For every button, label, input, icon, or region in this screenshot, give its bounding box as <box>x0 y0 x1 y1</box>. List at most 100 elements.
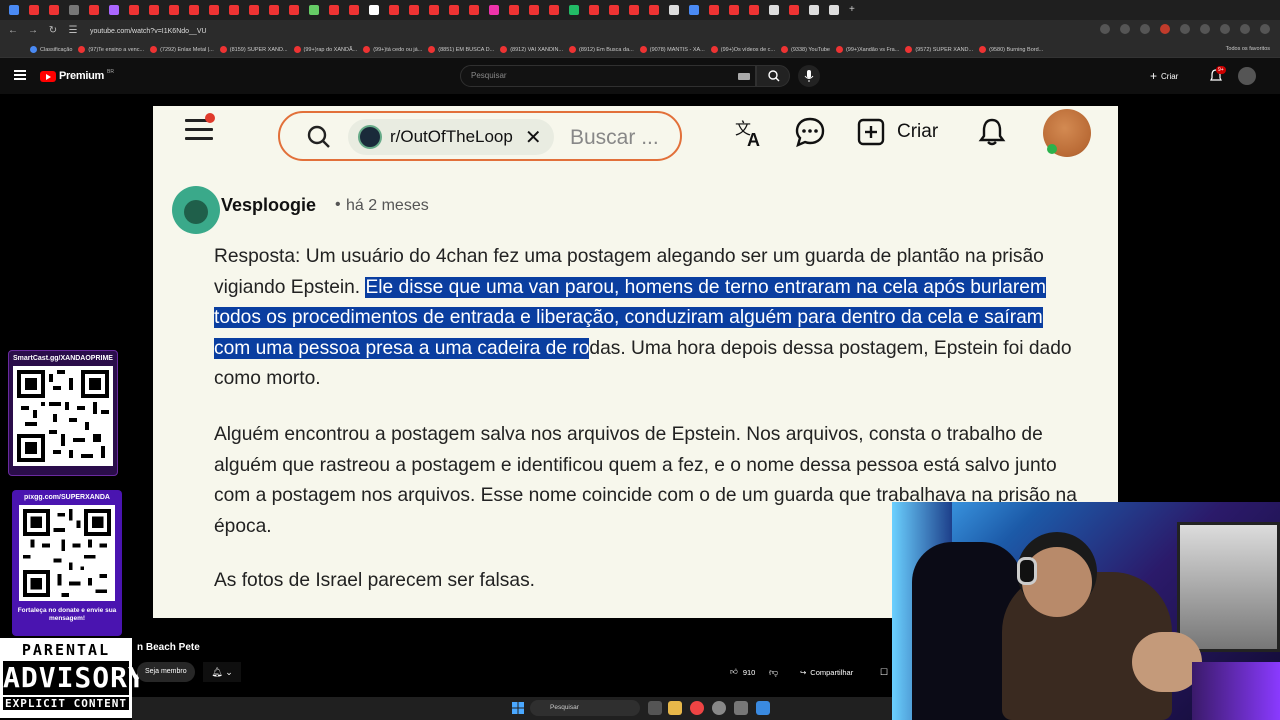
headphone-cup <box>1017 557 1037 585</box>
tab-icon[interactable] <box>669 5 679 15</box>
region-code: BR <box>106 69 114 75</box>
youtube-logo[interactable]: Premium BR <box>40 69 114 82</box>
back-icon[interactable]: ← <box>6 24 20 38</box>
tab-icon[interactable] <box>649 5 659 15</box>
sidepanel-icon[interactable] <box>1200 24 1210 34</box>
bookmark-item[interactable]: (99+)Xandão vs Fra... <box>835 46 899 53</box>
share-icon[interactable] <box>1120 24 1130 34</box>
forward-icon[interactable]: → <box>26 24 40 38</box>
tab-icon[interactable] <box>49 5 59 15</box>
tab-icon[interactable] <box>9 5 19 15</box>
bookmark-item[interactable]: (8159) SUPER XAND... <box>219 46 288 53</box>
settings-icon[interactable] <box>734 701 748 715</box>
task-view-icon[interactable] <box>648 701 662 715</box>
tab-icon[interactable] <box>149 5 159 15</box>
tab-icon[interactable] <box>609 5 619 15</box>
save-button[interactable]: ☐ <box>880 662 892 682</box>
tab-icon[interactable] <box>809 5 819 15</box>
voice-search-button[interactable] <box>798 65 820 87</box>
tab-icon[interactable] <box>349 5 359 15</box>
bookmark-item[interactable]: (8912) Em Busca da... <box>569 46 634 53</box>
bookmark-item[interactable]: Classificação <box>30 46 72 53</box>
tab-icon[interactable] <box>109 5 119 15</box>
subscription-bell-button[interactable]: 🔔︎ ⌄ <box>203 662 241 682</box>
app-icon[interactable] <box>756 701 770 715</box>
bookmark-item[interactable]: (9338) YouTube <box>781 46 830 53</box>
tab-icon[interactable] <box>749 5 759 15</box>
bookmark-item[interactable]: (97)Te ensino a venc... <box>78 46 144 53</box>
menu-icon[interactable] <box>1260 24 1270 34</box>
tab-icon[interactable] <box>829 5 839 15</box>
profile-avatar-icon[interactable] <box>1240 24 1250 34</box>
search-icon[interactable] <box>1100 24 1110 34</box>
tab-icon[interactable] <box>589 5 599 15</box>
tab-icon[interactable] <box>529 5 539 15</box>
tab-icon[interactable] <box>309 5 319 15</box>
tab-icon[interactable] <box>169 5 179 15</box>
tab-icon[interactable] <box>29 5 39 15</box>
tab-icon[interactable] <box>409 5 419 15</box>
download-icon[interactable] <box>1220 24 1230 34</box>
avatar[interactable] <box>1238 67 1256 85</box>
bookmark-item[interactable]: (99+)Os vídeos de c... <box>710 46 775 53</box>
bookmark-item[interactable]: (99+)tá cedo ou já... <box>363 46 422 53</box>
tab-icon[interactable] <box>89 5 99 15</box>
bookmark-item[interactable]: (8912) VAI XANDIN... <box>500 46 563 53</box>
file-explorer-icon[interactable] <box>668 701 682 715</box>
bookmark-item[interactable]: (9572) SUPER XAND... <box>905 46 973 53</box>
tab-icon[interactable] <box>729 5 739 15</box>
search-input[interactable]: Pesquisar <box>460 65 756 87</box>
windows-start-icon[interactable] <box>512 702 524 714</box>
chrome-icon[interactable] <box>690 701 704 715</box>
all-bookmarks-button[interactable]: Todos os favoritos <box>1226 46 1270 52</box>
site-info-icon[interactable]: ☰ <box>66 24 80 38</box>
tab-icon[interactable] <box>329 5 339 15</box>
tab-icon[interactable] <box>429 5 439 15</box>
hamburger-menu-icon[interactable] <box>14 70 26 80</box>
tab-icon[interactable] <box>289 5 299 15</box>
tab-icon[interactable] <box>549 5 559 15</box>
tab-icon[interactable] <box>689 5 699 15</box>
taskbar-search[interactable]: Pesquisar <box>530 700 640 716</box>
tab-icon[interactable] <box>129 5 139 15</box>
keyboard-icon[interactable] <box>738 73 750 80</box>
share-button[interactable]: ↪ Compartilhar <box>800 662 853 682</box>
tab-icon[interactable] <box>469 5 479 15</box>
bookmark-item[interactable]: (7292) Enlax Metal |... <box>150 46 214 53</box>
tab-icon[interactable] <box>709 5 719 15</box>
create-button[interactable]: + Criar <box>1150 68 1178 84</box>
tab-icon[interactable] <box>569 5 579 15</box>
join-button[interactable]: Seja membro <box>137 662 195 682</box>
tab-icon[interactable] <box>269 5 279 15</box>
star-icon[interactable] <box>1140 24 1150 34</box>
tab-icon[interactable] <box>489 5 499 15</box>
url-field[interactable]: youtube.com/watch?v=I1K6Ndo__VU <box>90 28 207 35</box>
tab-icon[interactable] <box>769 5 779 15</box>
extension-icon[interactable] <box>1160 24 1170 34</box>
new-tab-icon[interactable]: + <box>849 5 859 15</box>
search-button[interactable] <box>756 65 790 87</box>
bookmark-item[interactable]: (9078) MANTIS - XA... <box>639 46 705 53</box>
bookmark-item[interactable]: (8851) EM BUSCA D... <box>428 46 494 53</box>
app-icon[interactable] <box>712 701 726 715</box>
tab-icon[interactable] <box>789 5 799 15</box>
dislike-button[interactable]: 👎︎ <box>769 662 785 682</box>
tab-icon[interactable] <box>629 5 639 15</box>
youtube-header: Premium BR Pesquisar + Criar 9+ <box>0 58 1280 94</box>
channel-name[interactable]: n Beach Pete <box>137 642 200 653</box>
tab-icon[interactable] <box>449 5 459 15</box>
tab-icon[interactable] <box>69 5 79 15</box>
extension-icon[interactable] <box>1180 24 1190 34</box>
tab-icon[interactable] <box>209 5 219 15</box>
like-button[interactable]: 👍︎ 910 <box>722 662 763 682</box>
tab-icon[interactable] <box>229 5 239 15</box>
tab-icon[interactable] <box>369 5 379 15</box>
tab-icon[interactable] <box>189 5 199 15</box>
bookmark-item[interactable]: (99+)rap do XANDÃ... <box>293 46 357 53</box>
bookmark-item[interactable]: (9580) Burning Bord... <box>979 46 1043 53</box>
tab-icon[interactable] <box>249 5 259 15</box>
search-icon <box>768 70 780 82</box>
tab-icon[interactable] <box>509 5 519 15</box>
tab-icon[interactable] <box>389 5 399 15</box>
reload-icon[interactable]: ↻ <box>46 24 60 38</box>
